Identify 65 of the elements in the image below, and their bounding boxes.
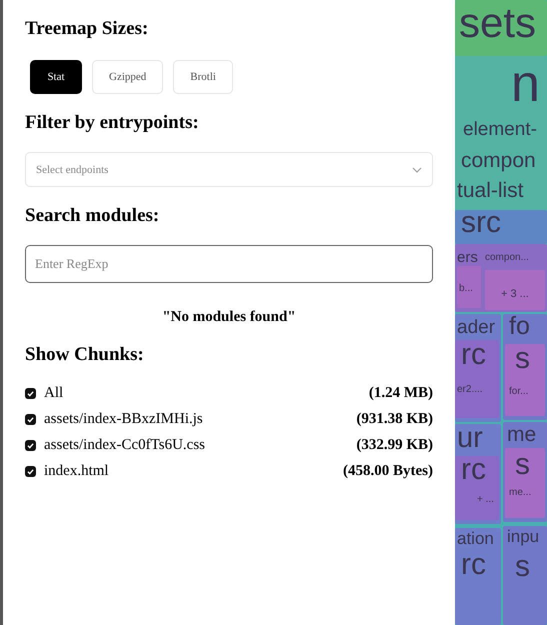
- size-option-button[interactable]: Gzipped: [92, 60, 164, 94]
- treemap-label: rc: [461, 550, 486, 580]
- section-heading: Show Chunks:: [25, 344, 145, 366]
- treemap-tile[interactable]: fo s for...: [503, 314, 547, 420]
- size-option-button[interactable]: Stat: [30, 60, 82, 94]
- treemap-tile[interactable]: inpu s: [503, 526, 547, 625]
- checkbox[interactable]: [25, 388, 36, 398]
- treemap-tile[interactable]: rc + ...: [455, 456, 499, 520]
- chevron-down-icon: [412, 166, 422, 172]
- empty-message: "No modules found": [161, 309, 297, 326]
- treemap-label: er2....: [457, 385, 483, 395]
- treemap-tile[interactable]: + 3 ...: [485, 270, 545, 310]
- treemap-label: tual-list: [457, 180, 524, 201]
- chunk-size: (332.99 KB): [356, 436, 433, 454]
- treemap-label: fo: [509, 314, 530, 339]
- endpoints-dropdown[interactable]: Select endpoints: [25, 152, 433, 187]
- treemap-label: n: [511, 58, 540, 110]
- treemap-tile[interactable]: rc er2....: [455, 340, 499, 418]
- treemap-tile[interactable]: sets: [455, 0, 547, 56]
- treemap-tile[interactable]: s me...: [505, 448, 545, 518]
- treemap-label: ation: [457, 530, 494, 547]
- section-heading: Filter by entrypoints:: [25, 112, 200, 134]
- chunk-size: (931.38 KB): [356, 410, 433, 428]
- chunk-name: assets/index-BBxzIMHi.js: [44, 410, 204, 428]
- treemap-tile[interactable]: ers compon... b... + 3 ...: [455, 244, 547, 312]
- treemap-label: sets: [459, 2, 536, 44]
- chunk-name: index.html: [44, 462, 110, 480]
- treemap-label: src: [461, 208, 501, 238]
- treemap-label: compon: [461, 150, 536, 171]
- treemap-tile[interactable]: ader rc er2....: [455, 314, 501, 422]
- treemap-label: s: [515, 450, 530, 480]
- treemap-label: + ...: [477, 495, 494, 505]
- checkbox[interactable]: [25, 466, 36, 476]
- treemap-tile[interactable]: ation rc: [455, 528, 501, 625]
- size-option-button[interactable]: Brotli: [173, 60, 233, 94]
- treemap-label: inpu: [507, 528, 540, 545]
- chunk-size: (458.00 Bytes): [343, 462, 433, 480]
- search-field[interactable]: Enter RegExp: [25, 245, 433, 283]
- chunk-name: assets/index-Cc0fTs6U.css: [44, 436, 206, 454]
- treemap-label: b...: [459, 284, 473, 294]
- checkbox[interactable]: [25, 414, 36, 424]
- section-heading: Search modules:: [25, 205, 160, 227]
- checkbox[interactable]: [25, 440, 36, 450]
- section-heading: Treemap Sizes:: [25, 18, 150, 40]
- treemap-label: me...: [509, 488, 532, 498]
- treemap-tile[interactable]: ur rc + ...: [455, 424, 501, 524]
- treemap-label: s: [515, 552, 530, 582]
- treemap-label: compon...: [485, 253, 529, 263]
- chunk-name: All: [44, 384, 64, 402]
- treemap-tile[interactable]: s for...: [505, 344, 545, 416]
- treemap-tile[interactable]: me s me...: [503, 422, 547, 522]
- treemap-label: s: [515, 344, 530, 374]
- treemap-tile[interactable]: b...: [457, 266, 481, 308]
- treemap-label: element-: [463, 120, 537, 139]
- treemap-label: ur: [457, 424, 483, 453]
- chunk-size: (1.24 MB): [368, 384, 433, 402]
- treemap-label: rc: [461, 455, 486, 485]
- treemap-label: for...: [509, 387, 528, 397]
- treemap-label: rc: [461, 340, 486, 370]
- treemap-label: me: [507, 424, 536, 445]
- treemap-label: + 3 ...: [501, 289, 529, 300]
- treemap-label: ers: [457, 250, 478, 265]
- treemap-label: ader: [457, 318, 496, 337]
- treemap-tile[interactable]: src: [455, 210, 547, 244]
- treemap-tile[interactable]: n element- compon tual-list: [455, 56, 547, 210]
